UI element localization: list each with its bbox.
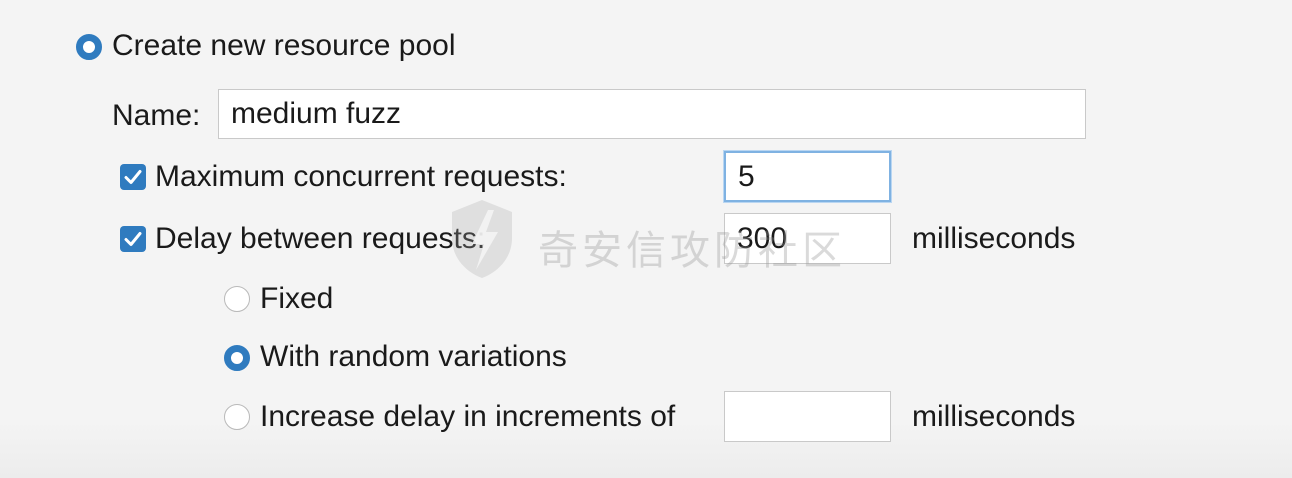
fixed-label[interactable]: Fixed <box>260 281 333 317</box>
create-pool-label[interactable]: Create new resource pool <box>112 28 456 64</box>
fixed-radio[interactable] <box>224 286 250 312</box>
increase-delay-label[interactable]: Increase delay in increments of <box>260 399 675 435</box>
delay-unit-label: milliseconds <box>912 222 1076 255</box>
random-variations-radio[interactable] <box>224 345 250 371</box>
watermark-shield-icon <box>446 196 518 282</box>
delay-checkbox[interactable] <box>120 226 146 252</box>
increase-delay-radio[interactable] <box>224 404 250 430</box>
random-variations-label[interactable]: With random variations <box>260 339 567 375</box>
checkmark-icon <box>124 232 142 246</box>
checkmark-icon <box>124 170 142 184</box>
max-concurrent-input[interactable]: 5 <box>724 151 891 202</box>
max-concurrent-label: Maximum concurrent requests: <box>155 160 567 193</box>
max-concurrent-checkbox[interactable] <box>120 164 146 190</box>
pool-name-input[interactable]: medium fuzz <box>218 89 1086 139</box>
increment-unit-label: milliseconds <box>912 400 1076 433</box>
create-pool-radio[interactable] <box>76 34 102 60</box>
delay-label: Delay between requests: <box>155 222 486 255</box>
watermark-text: 奇安信攻防社区 <box>538 228 846 274</box>
increment-input[interactable] <box>724 391 891 442</box>
name-label: Name: <box>112 99 201 132</box>
